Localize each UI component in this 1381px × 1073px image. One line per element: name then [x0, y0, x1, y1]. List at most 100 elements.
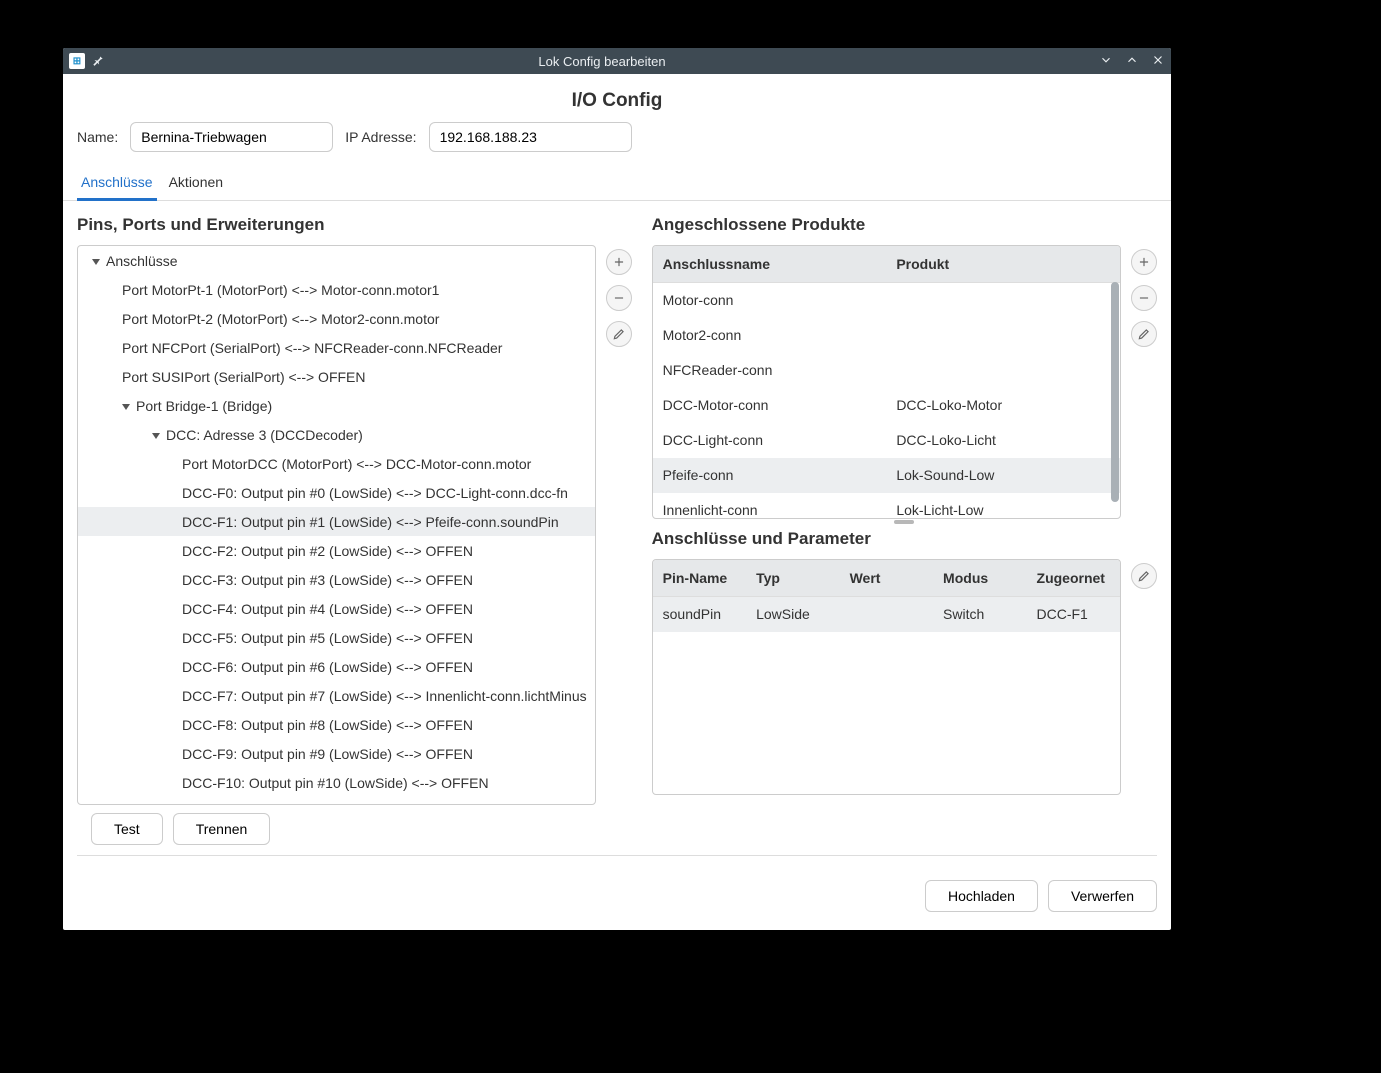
cell-zug: DCC-F1 [1027, 597, 1120, 632]
pin-icon[interactable] [91, 53, 105, 70]
tree-item-label: DCC-F0: Output pin #0 (LowSide) <--> DCC… [182, 485, 568, 501]
maximize-icon[interactable] [1125, 53, 1139, 70]
tree-item[interactable]: Port SUSIPort (SerialPort) <--> OFFEN [78, 362, 595, 391]
cell-anschlussname: Motor-conn [653, 283, 887, 318]
tree-item[interactable]: DCC-F4: Output pin #4 (LowSide) <--> OFF… [78, 594, 595, 623]
ip-input[interactable] [429, 122, 632, 152]
table-row[interactable]: DCC-Light-connDCC-Loko-Licht [653, 423, 1120, 458]
discard-button[interactable]: Verwerfen [1048, 880, 1157, 912]
table-row[interactable]: DCC-Motor-connDCC-Loko-Motor [653, 388, 1120, 423]
footer: Hochladen Verwerfen [77, 855, 1157, 930]
window: ⊞ Lok Config bearbeiten I/O Config Name:… [63, 48, 1171, 930]
col-produkt: Produkt [886, 246, 1120, 283]
tab-anschlüsse[interactable]: Anschlüsse [77, 166, 157, 201]
tree-item-label: DCC-F6: Output pin #6 (LowSide) <--> OFF… [182, 659, 473, 675]
tree-item[interactable]: DCC: Adresse 3 (DCCDecoder) [78, 420, 595, 449]
tree-scroll[interactable]: Anschlüsse Port MotorPt-1 (MotorPort) <--… [78, 246, 595, 804]
tree-item-label: Port Bridge-1 (Bridge) [136, 398, 272, 414]
tree-item[interactable]: DCC-F7: Output pin #7 (LowSide) <--> Inn… [78, 681, 595, 710]
add-product-button[interactable] [1131, 249, 1157, 275]
cell-anschlussname: Innenlicht-conn [653, 493, 887, 520]
remove-port-button[interactable] [606, 285, 632, 311]
edit-port-button[interactable] [606, 321, 632, 347]
caret-down-icon[interactable] [152, 433, 160, 439]
test-button[interactable]: Test [91, 813, 163, 845]
tree-item-label: Port MotorPt-1 (MotorPort) <--> Motor-co… [122, 282, 439, 298]
name-label: Name: [77, 129, 118, 145]
cell-produkt [886, 353, 1120, 388]
tabs: AnschlüsseAktionen [63, 166, 1171, 201]
tree-item[interactable]: DCC-F2: Output pin #2 (LowSide) <--> OFF… [78, 536, 595, 565]
cell-anschlussname: NFCReader-conn [653, 353, 887, 388]
remove-product-button[interactable] [1131, 285, 1157, 311]
products-table-box: Anschlussname Produkt Motor-connMotor2-c… [652, 245, 1121, 519]
upload-button[interactable]: Hochladen [925, 880, 1038, 912]
params-table[interactable]: Pin-Name Typ Wert Modus Zugeornet soundP… [653, 560, 1120, 632]
close-icon[interactable] [1151, 53, 1165, 70]
cell-produkt: DCC-Loko-Motor [886, 388, 1120, 423]
add-port-button[interactable] [606, 249, 632, 275]
params-heading: Anschlüsse und Parameter [652, 525, 1157, 559]
tree-item-label: DCC-F2: Output pin #2 (LowSide) <--> OFF… [182, 543, 473, 559]
cell-wert [840, 597, 933, 632]
tree-item[interactable]: Anschlüsse [78, 246, 595, 275]
name-input[interactable] [130, 122, 333, 152]
col-anschlussname: Anschlussname [653, 246, 887, 283]
tree-item[interactable]: Port MotorPt-1 (MotorPort) <--> Motor-co… [78, 275, 595, 304]
tree-item-label: DCC-F10: Output pin #10 (LowSide) <--> O… [182, 775, 489, 791]
col-modus: Modus [933, 560, 1026, 597]
tree-item-label: Port MotorDCC (MotorPort) <--> DCC-Motor… [182, 456, 531, 472]
tree-item-label: Anschlüsse [106, 253, 178, 269]
tree-item-label: DCC-F7: Output pin #7 (LowSide) <--> Inn… [182, 688, 587, 704]
tree-item-label: DCC-F9: Output pin #9 (LowSide) <--> OFF… [182, 746, 473, 762]
ip-label: IP Adresse: [345, 129, 416, 145]
table-row[interactable]: Motor2-conn [653, 318, 1120, 353]
tree-item[interactable]: Port NFCPort (SerialPort) <--> NFCReader… [78, 333, 595, 362]
tree-item-label: Port SUSIPort (SerialPort) <--> OFFEN [122, 369, 366, 385]
cell-produkt: Lok-Sound-Low [886, 458, 1120, 493]
caret-down-icon[interactable] [92, 259, 100, 265]
cell-produkt [886, 283, 1120, 318]
trennen-button[interactable]: Trennen [173, 813, 271, 845]
cell-modus: Switch [933, 597, 1026, 632]
tree-item[interactable]: DCC-F1: Output pin #1 (LowSide) <--> Pfe… [78, 507, 595, 536]
tree-item[interactable]: DCC-F6: Output pin #6 (LowSide) <--> OFF… [78, 652, 595, 681]
tree-item[interactable]: DCC-F3: Output pin #3 (LowSide) <--> OFF… [78, 565, 595, 594]
edit-param-button[interactable] [1131, 563, 1157, 589]
col-zugeordnet: Zugeornet [1027, 560, 1120, 597]
tree-item[interactable]: DCC-F9: Output pin #9 (LowSide) <--> OFF… [78, 739, 595, 768]
tree-item[interactable]: DCC-F10: Output pin #10 (LowSide) <--> O… [78, 768, 595, 797]
table-row[interactable]: Innenlicht-connLok-Licht-Low [653, 493, 1120, 520]
tree-item-label: DCC-F5: Output pin #5 (LowSide) <--> OFF… [182, 630, 473, 646]
table-row[interactable]: NFCReader-conn [653, 353, 1120, 388]
col-wert: Wert [840, 560, 933, 597]
cell-produkt: DCC-Loko-Licht [886, 423, 1120, 458]
tree-item[interactable]: DCC-F8: Output pin #8 (LowSide) <--> OFF… [78, 710, 595, 739]
window-title: Lok Config bearbeiten [105, 54, 1099, 69]
tree-item[interactable]: Port MotorDCC (MotorPort) <--> DCC-Motor… [78, 449, 595, 478]
products-table[interactable]: Anschlussname Produkt Motor-connMotor2-c… [653, 246, 1120, 519]
col-pin-name: Pin-Name [653, 560, 746, 597]
tree-item-label: DCC-F8: Output pin #8 (LowSide) <--> OFF… [182, 717, 473, 733]
tree-item[interactable]: DCC-F0: Output pin #0 (LowSide) <--> DCC… [78, 478, 595, 507]
table-row[interactable]: soundPinLowSideSwitchDCC-F1 [653, 597, 1120, 632]
cell-anschlussname: DCC-Light-conn [653, 423, 887, 458]
scrollbar[interactable] [1111, 282, 1119, 502]
tree-item-label: Port MotorPt-2 (MotorPort) <--> Motor2-c… [122, 311, 439, 327]
form-row: Name: IP Adresse: [63, 122, 1171, 166]
tree-item-label: DCC-F3: Output pin #3 (LowSide) <--> OFF… [182, 572, 473, 588]
tab-aktionen[interactable]: Aktionen [165, 166, 227, 201]
caret-down-icon[interactable] [122, 404, 130, 410]
titlebar: ⊞ Lok Config bearbeiten [63, 48, 1171, 74]
tree-item-label: Port NFCPort (SerialPort) <--> NFCReader… [122, 340, 502, 356]
minimize-icon[interactable] [1099, 53, 1113, 70]
tree-item[interactable]: DCC-F5: Output pin #5 (LowSide) <--> OFF… [78, 623, 595, 652]
tree-item[interactable]: Port MotorPt-2 (MotorPort) <--> Motor2-c… [78, 304, 595, 333]
cell-produkt: Lok-Licht-Low [886, 493, 1120, 520]
edit-product-button[interactable] [1131, 321, 1157, 347]
table-row[interactable]: Motor-conn [653, 283, 1120, 318]
products-heading: Angeschlossene Produkte [652, 211, 1157, 245]
tree-item[interactable]: Port Bridge-1 (Bridge) [78, 391, 595, 420]
table-row[interactable]: Pfeife-connLok-Sound-Low [653, 458, 1120, 493]
left-heading: Pins, Ports und Erweiterungen [77, 211, 632, 245]
